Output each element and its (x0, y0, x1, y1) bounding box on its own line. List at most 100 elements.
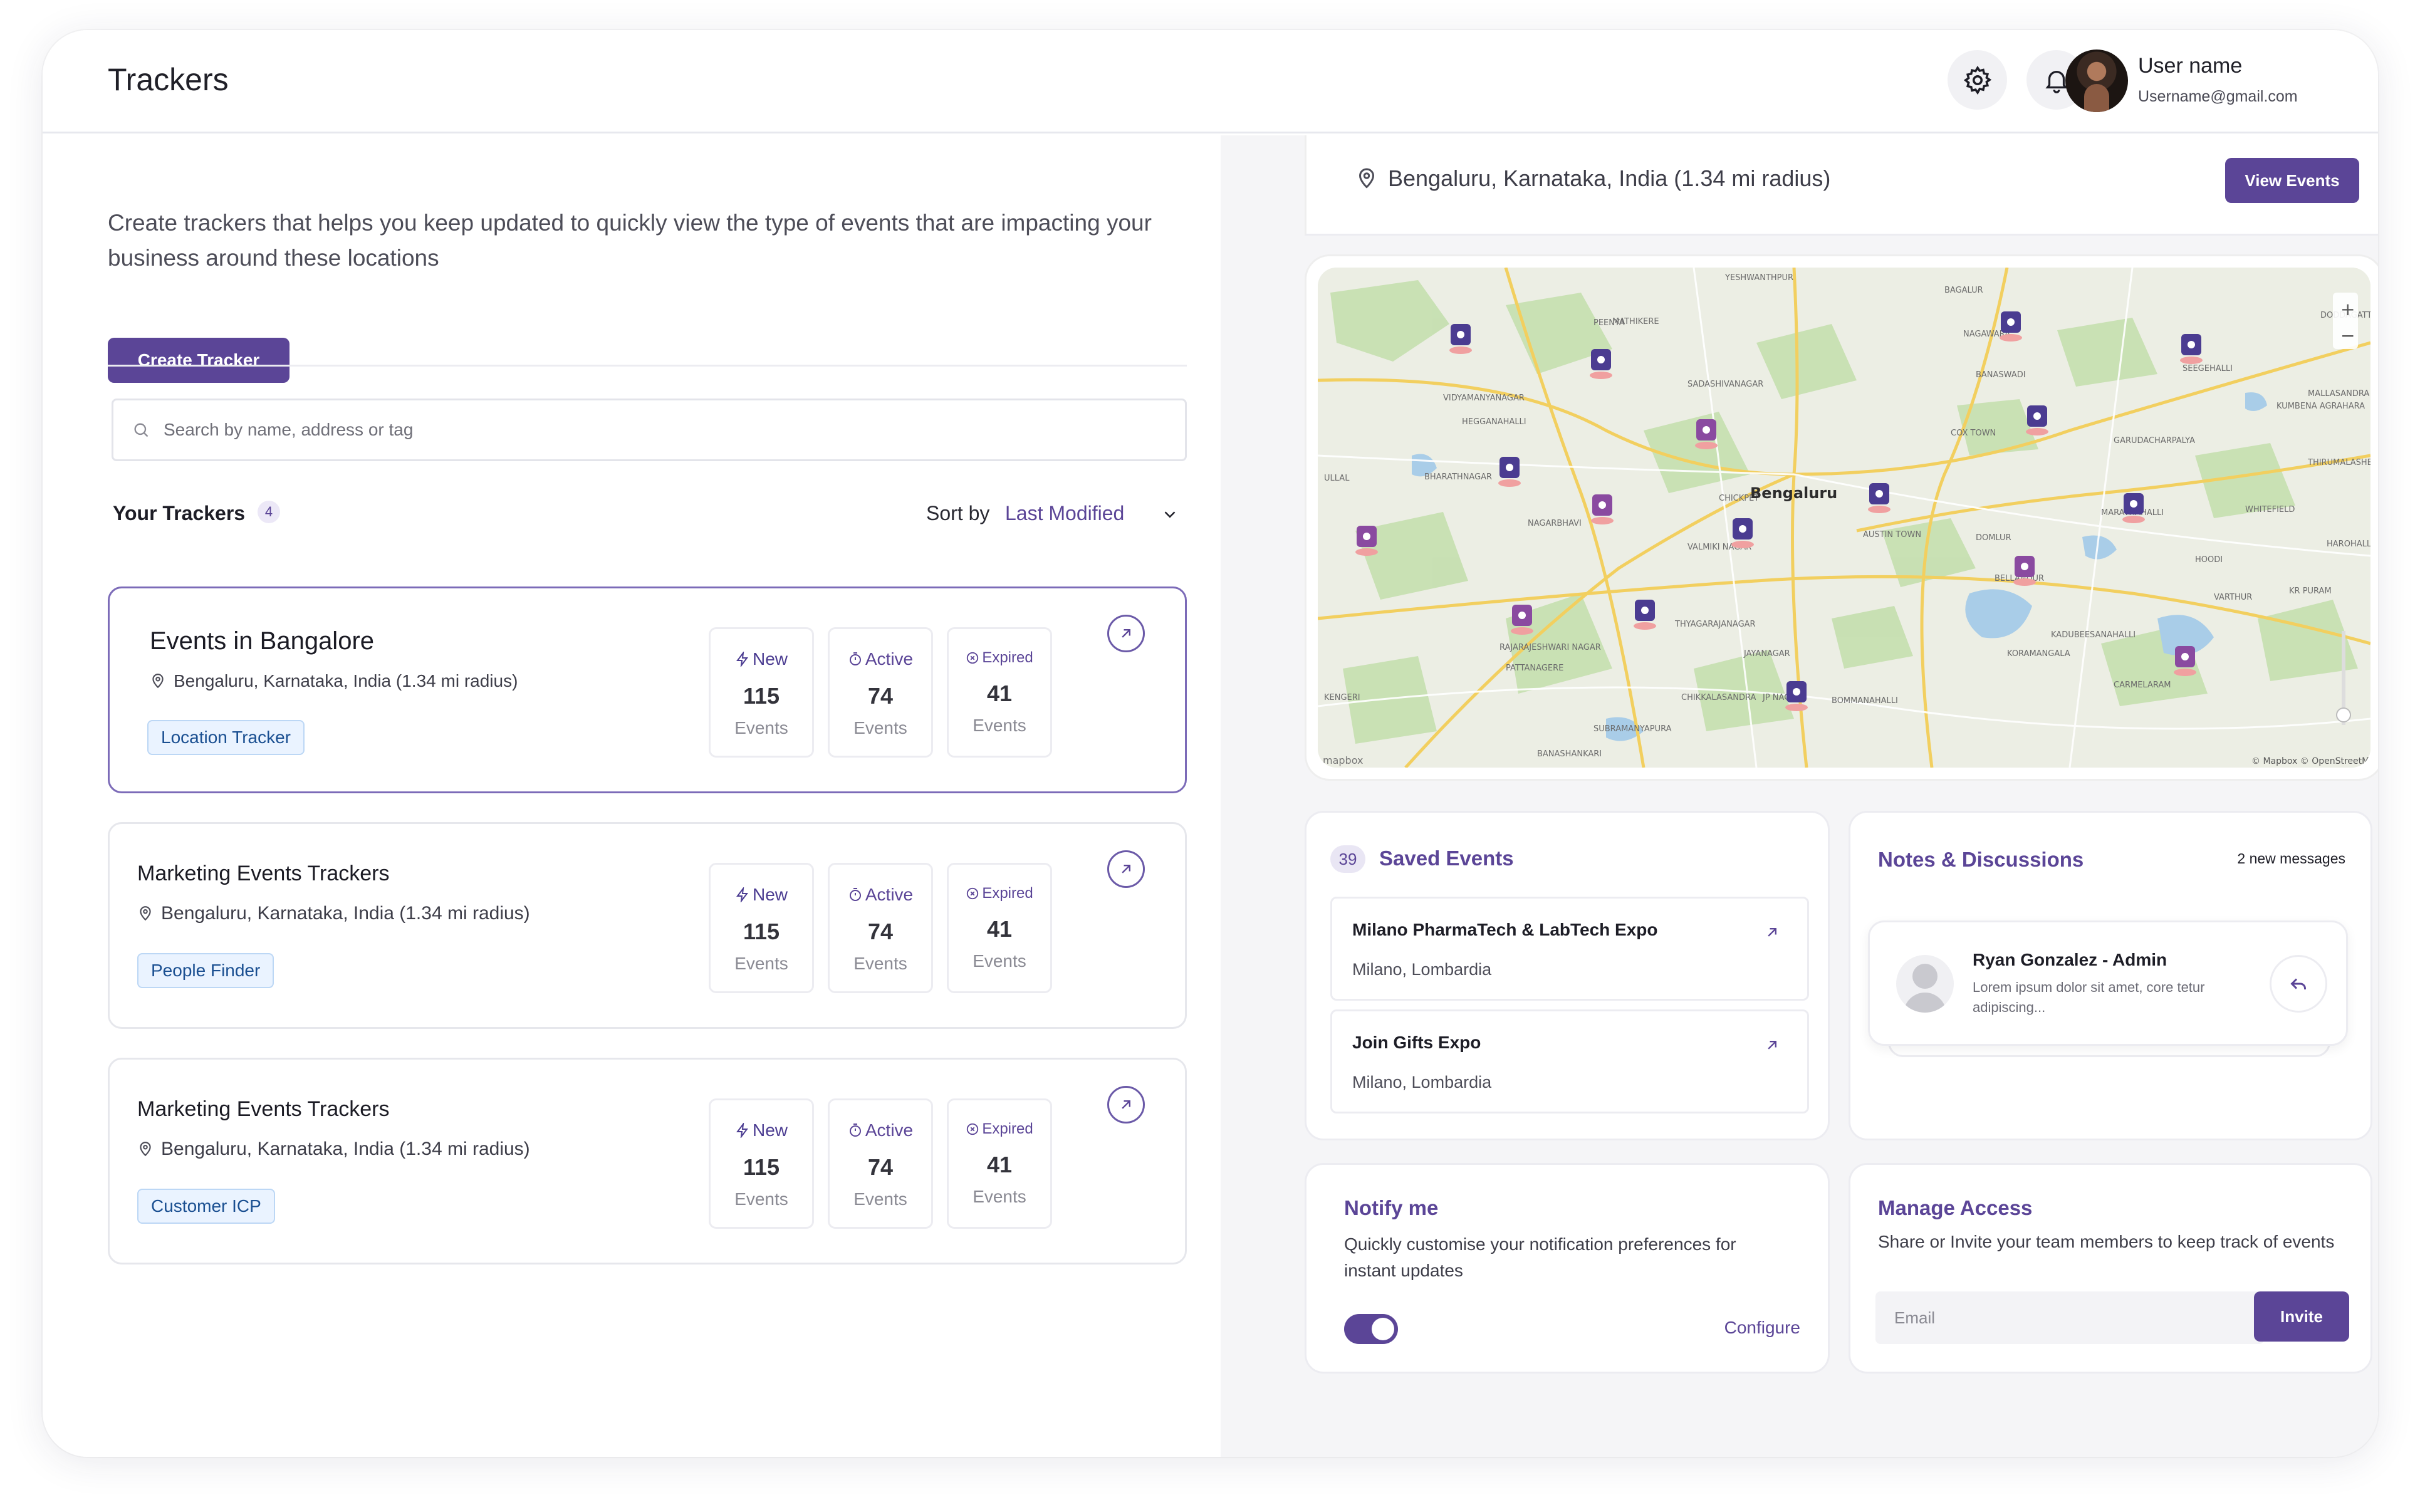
user-email: Username@gmail.com (2138, 88, 2298, 105)
tracker-tag: Location Tracker (147, 720, 305, 755)
zoom-in-button: + (2340, 299, 2355, 320)
search-placeholder: Search by name, address or tag (164, 420, 414, 439)
expired-events-stat: Expired 41 Events (947, 863, 1052, 993)
settings-button[interactable] (1948, 50, 2007, 110)
svg-text:DOMLUR: DOMLUR (1976, 533, 2011, 543)
user-name: User name (2138, 54, 2243, 78)
map-card: YESHWANTHPUR VIDYAMANYANAGAR HEGGANAHALL… (1305, 254, 2378, 781)
svg-text:BOMMANAHALLI: BOMMANAHALLI (1832, 696, 1898, 706)
svg-text:ULLAL: ULLAL (1324, 474, 1350, 483)
svg-text:BANASWADI: BANASWADI (1976, 370, 2026, 380)
svg-text:SEEGEHALLI: SEEGEHALLI (2183, 364, 2233, 373)
arrow-up-right-icon[interactable] (1763, 1036, 1781, 1054)
svg-text:BHARATHNAGAR: BHARATHNAGAR (1424, 472, 1492, 482)
view-events-button[interactable]: View Events (2225, 158, 2359, 203)
saved-event-item[interactable]: Join Gifts Expo Milano, Lombardia (1330, 1009, 1809, 1113)
location-pin-icon (1359, 168, 1375, 189)
svg-text:BANASHANKARI: BANASHANKARI (1537, 749, 1602, 759)
your-trackers-heading: Your Trackers (113, 502, 246, 524)
svg-text:PEENYA: PEENYA (1593, 318, 1625, 328)
svg-text:KR PURAM: KR PURAM (2289, 587, 2332, 596)
location-pin-icon (140, 906, 151, 921)
tracker-tag: People Finder (137, 953, 274, 988)
svg-text:RAJARAJESHWARI NAGAR: RAJARAJESHWARI NAGAR (1499, 643, 1601, 652)
map[interactable]: YESHWANTHPUR VIDYAMANYANAGAR HEGGANAHALL… (1318, 268, 2370, 768)
svg-text:SUBRAMANYAPURA: SUBRAMANYAPURA (1593, 724, 1672, 734)
reply-button[interactable] (2270, 955, 2327, 1013)
app-window: Trackers User name Username@gmail.com Cr… (43, 30, 2378, 1457)
active-events-stat: Active 74 Events (828, 627, 933, 758)
details-panel: Bengaluru, Karnataka, India (1.34 mi rad… (1221, 135, 2378, 1457)
configure-link[interactable]: Configure (1724, 1318, 1800, 1338)
bolt-icon (736, 652, 748, 667)
expired-events-stat: Expired 41 Events (947, 1098, 1052, 1229)
open-tracker-button[interactable] (1107, 850, 1145, 888)
tracker-tag: Customer ICP (137, 1189, 275, 1224)
svg-text:THYAGARAJANAGAR: THYAGARAJANAGAR (1674, 620, 1756, 629)
message-card[interactable]: Ryan Gonzalez - Admin Lorem ipsum dolor … (1868, 920, 2348, 1046)
saved-event-item[interactable]: Milano PharmaTech & LabTech Expo Milano,… (1330, 897, 1809, 1001)
tracker-card[interactable]: Events in Bangalore Bengaluru, Karnataka… (108, 587, 1187, 793)
svg-text:CARMELARAM: CARMELARAM (2114, 680, 2171, 690)
arrow-up-right-icon[interactable] (1763, 924, 1781, 941)
zoom-out-button: − (2340, 325, 2355, 346)
new-events-stat: New 115 Events (709, 1098, 814, 1229)
svg-text:MALLASANDRA: MALLASANDRA (2308, 389, 2369, 399)
active-events-stat: Active 74 Events (828, 863, 933, 993)
map-city-label: Bengaluru (1750, 484, 1837, 502)
timer-icon (849, 1124, 861, 1137)
svg-text:KORAMANGALA: KORAMANGALA (2007, 649, 2070, 659)
notify-toggle[interactable] (1344, 1314, 1398, 1344)
svg-text:NAGARBHAVI: NAGARBHAVI (1528, 519, 1582, 528)
sort-select[interactable]: Last Modified (1005, 502, 1124, 525)
expired-icon (967, 1123, 979, 1135)
trackers-panel: Create trackers that helps you keep upda… (43, 135, 1221, 1457)
manage-access-panel: Manage Access Share or Invite your team … (1849, 1163, 2372, 1374)
tracker-location: Bengaluru, Karnataka, India (1.34 mi rad… (137, 1139, 530, 1160)
arrow-up-right-icon (1122, 1100, 1130, 1109)
svg-text:VARTHUR: VARTHUR (2214, 593, 2252, 602)
svg-text:YESHWANTHPUR: YESHWANTHPUR (1724, 273, 1793, 283)
location-pin-icon (140, 1142, 151, 1157)
svg-text:HAROHALLI: HAROHALLI (2327, 540, 2370, 549)
tracker-location: Bengaluru, Karnataka, India (1.34 mi rad… (137, 903, 530, 924)
notify-panel: Notify me Quickly customise your notific… (1305, 1163, 1830, 1374)
manage-access-title: Manage Access (1878, 1196, 2033, 1219)
location-pin-icon (152, 674, 164, 689)
chevron-down-icon[interactable] (1160, 505, 1179, 524)
arrow-up-right-icon (1122, 629, 1130, 638)
notes-panel: Notes & Discussions 2 new messages Ryan … (1849, 811, 2372, 1140)
bolt-icon (736, 887, 748, 902)
person-avatar (1896, 955, 1954, 1013)
expired-events-stat: Expired 41 Events (947, 627, 1052, 758)
tracker-location: Bengaluru, Karnataka, India (1.34 mi rad… (150, 671, 518, 691)
timer-icon (849, 652, 861, 665)
email-field[interactable]: Email (1875, 1291, 2264, 1344)
invite-button[interactable]: Invite (2254, 1291, 2349, 1342)
new-events-stat: New 115 Events (709, 863, 814, 993)
saved-events-title: Saved Events (1379, 847, 1514, 870)
timer-icon (849, 888, 861, 901)
search-input[interactable]: Search by name, address or tag (112, 399, 1187, 461)
svg-text:PATTANAGERE: PATTANAGERE (1506, 664, 1563, 673)
open-tracker-button[interactable] (1107, 1086, 1145, 1124)
notify-title: Notify me (1344, 1196, 1439, 1219)
mapbox-logo: mapbox (1323, 754, 1363, 766)
divider (108, 365, 1187, 367)
gear-icon (1963, 65, 1991, 95)
tracker-card[interactable]: Marketing Events Trackers Bengaluru, Kar… (108, 1058, 1187, 1264)
message-preview: Lorem ipsum dolor sit amet, core tetur a… (1973, 979, 2205, 1015)
top-bar: Trackers User name Username@gmail.com (43, 30, 2378, 133)
tracker-title: Marketing Events Trackers (137, 862, 390, 885)
tracker-card[interactable]: Marketing Events Trackers Bengaluru, Kar… (108, 822, 1187, 1029)
svg-text:AUSTIN TOWN: AUSTIN TOWN (1863, 530, 1921, 540)
open-tracker-button[interactable] (1107, 615, 1145, 652)
tracker-title: Marketing Events Trackers (137, 1097, 390, 1121)
page-title: Trackers (108, 62, 229, 97)
reply-icon (2290, 978, 2306, 989)
active-events-stat: Active 74 Events (828, 1098, 933, 1229)
create-tracker-button[interactable]: Create Tracker (108, 338, 289, 383)
arrow-up-right-icon (1122, 865, 1130, 873)
user-avatar[interactable] (2065, 50, 2128, 112)
intro-text: Create trackers that helps you keep upda… (108, 210, 1152, 271)
